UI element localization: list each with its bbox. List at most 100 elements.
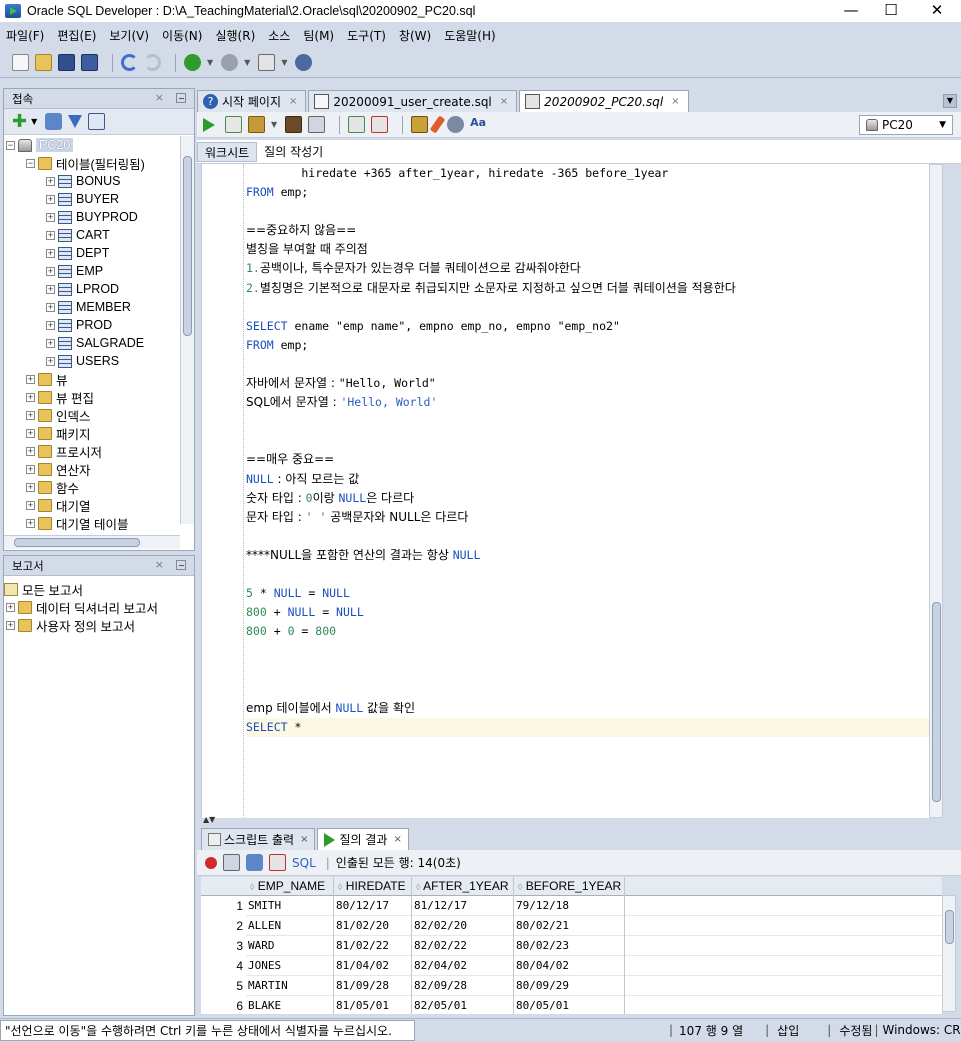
editor-vertical-scrollbar[interactable] — [929, 164, 943, 818]
table-cell[interactable]: MARTIN — [246, 976, 334, 996]
code-line[interactable]: SELECT ename "emp name", empno emp_no, e… — [246, 317, 942, 336]
code-line[interactable]: hiredate +365 after_1year, hiredate -365… — [246, 164, 942, 183]
tree-node-folder[interactable]: + 대기열 — [4, 496, 180, 514]
code-line[interactable]: 숫자 타입 : 0이랑 NULL은 다르다 — [246, 489, 942, 508]
sql-editor[interactable]: hiredate +365 after_1year, hiredate -365… — [201, 164, 942, 818]
commit-transaction-icon[interactable] — [348, 116, 366, 133]
expand-icon[interactable]: + — [46, 284, 55, 294]
tree-node-tables[interactable]: − 테이블(필터링됨) — [4, 154, 180, 172]
code-line[interactable]: ==매우 중요== — [246, 450, 942, 469]
sql-worksheet-icon[interactable] — [258, 54, 276, 71]
filter-icon[interactable] — [68, 115, 83, 128]
code-line[interactable] — [246, 641, 942, 660]
table-cell[interactable]: 81/09/28 — [334, 976, 412, 996]
table-cell[interactable]: 81/04/02 — [334, 956, 412, 976]
table-cell[interactable]: 81/02/22 — [334, 936, 412, 956]
menu-window[interactable]: 창(W) — [399, 27, 431, 44]
code-line[interactable] — [246, 660, 942, 679]
save-icon[interactable] — [58, 54, 75, 71]
explain-plan-icon[interactable] — [285, 116, 303, 133]
expand-icon[interactable]: + — [26, 410, 35, 420]
commit-dropdown-icon[interactable]: ▼ — [271, 120, 277, 129]
tree-node-table[interactable]: + DEPT — [4, 244, 180, 262]
run-statement-icon[interactable] — [203, 117, 215, 132]
forward-icon[interactable] — [221, 54, 239, 71]
tab-query-result[interactable]: 질의 결과 × — [317, 828, 409, 850]
tab-close-icon[interactable]: × — [393, 834, 401, 845]
code-area[interactable]: hiredate +365 after_1year, hiredate -365… — [246, 164, 942, 756]
code-line[interactable]: ==중요하지 않음== — [246, 221, 942, 240]
tree-node-table[interactable]: + CART — [4, 226, 180, 244]
table-cell[interactable]: JONES — [246, 956, 334, 976]
back-icon[interactable] — [184, 54, 201, 71]
sql-tuning-icon[interactable] — [411, 116, 429, 133]
menu-team[interactable]: 팀(M) — [303, 27, 334, 44]
binoculars-icon[interactable] — [295, 54, 313, 71]
tab-start-page[interactable]: ? 시작 페이지 × — [197, 90, 307, 112]
tree-node-user-defined-reports[interactable]: + 사용자 정의 보고서 — [4, 616, 194, 634]
code-line[interactable] — [246, 680, 942, 699]
tree-node-table[interactable]: + MEMBER — [4, 298, 180, 316]
code-line[interactable] — [246, 527, 942, 546]
menu-view[interactable]: 보기(V) — [109, 27, 149, 44]
column-header-hiredate[interactable]: ◊ HIREDATE — [334, 877, 412, 896]
table-cell[interactable]: 80/02/23 — [514, 936, 625, 956]
add-connection-icon[interactable]: ✚ — [12, 111, 27, 132]
code-line[interactable]: 별칭을 부여할 때 주의점 — [246, 240, 942, 259]
menu-navigate[interactable]: 이동(N) — [162, 27, 202, 44]
code-line[interactable]: emp 테이블에서 NULL 값을 확인 — [246, 699, 942, 718]
minimize-panel-icon[interactable] — [176, 93, 186, 103]
table-cell[interactable]: 82/02/20 — [412, 916, 514, 936]
format-case-icon[interactable]: Aa — [470, 116, 487, 133]
run-script-icon[interactable] — [225, 116, 242, 133]
tree-node-folder[interactable]: + 연산자 — [4, 460, 180, 478]
autotrace-icon[interactable] — [308, 116, 326, 133]
commit-icon[interactable] — [248, 116, 265, 133]
expand-icon[interactable]: + — [46, 230, 55, 240]
column-header-before-1year[interactable]: ◊ BEFORE_1YEAR — [514, 877, 625, 896]
tree-node-all-reports[interactable]: 모든 보고서 — [4, 580, 194, 598]
schema-browser-icon[interactable] — [88, 113, 106, 130]
expand-icon[interactable]: + — [26, 446, 35, 456]
expand-icon[interactable]: + — [26, 428, 35, 438]
tree-node-table[interactable]: + USERS — [4, 352, 180, 370]
code-line[interactable]: 5 * NULL = NULL — [246, 584, 942, 603]
table-cell[interactable]: 82/04/02 — [412, 956, 514, 976]
expand-icon[interactable]: + — [46, 212, 55, 222]
eraser-icon[interactable] — [429, 115, 446, 134]
sql-link[interactable]: SQL — [292, 856, 316, 870]
table-cell[interactable]: 82/05/01 — [412, 996, 514, 1014]
expand-icon[interactable]: + — [26, 464, 35, 474]
tree-node-folder[interactable]: + 뷰 편집 — [4, 388, 180, 406]
tree-node-data-dictionary-reports[interactable]: + 데이터 딕셔너리 보고서 — [4, 598, 194, 616]
refresh-icon[interactable] — [246, 854, 263, 871]
table-cell[interactable]: 80/09/29 — [514, 976, 625, 996]
expand-icon[interactable]: + — [46, 176, 55, 186]
maximize-button[interactable]: ☐ — [868, 0, 914, 22]
code-line[interactable]: 800 + NULL = NULL — [246, 603, 942, 622]
tree-node-table[interactable]: + SALGRADE — [4, 334, 180, 352]
code-line[interactable]: ****NULL을 포함한 연산의 결과는 항상 NULL — [246, 546, 942, 565]
cancel-query-icon[interactable] — [269, 854, 286, 871]
menu-tools[interactable]: 도구(T) — [347, 27, 386, 44]
minimize-panel-icon[interactable] — [176, 560, 186, 570]
table-cell[interactable]: 79/12/18 — [514, 896, 625, 916]
table-cell[interactable]: 81/12/17 — [412, 896, 514, 916]
expand-icon[interactable]: + — [26, 482, 35, 492]
code-line[interactable]: FROM emp; — [246, 183, 942, 202]
save-all-icon[interactable] — [81, 54, 98, 71]
menu-run[interactable]: 실행(R) — [215, 27, 255, 44]
expand-icon[interactable]: + — [6, 620, 15, 630]
tree-node-table[interactable]: + LPROD — [4, 280, 180, 298]
grid-vertical-scrollbar[interactable] — [942, 895, 956, 1012]
close-button[interactable]: ✕ — [914, 0, 960, 22]
expand-icon[interactable]: + — [46, 356, 55, 366]
tab-close-icon[interactable]: × — [289, 96, 297, 107]
code-line[interactable]: FROM emp; — [246, 336, 942, 355]
table-row[interactable]: 3 WARD 81/02/22 82/02/22 80/02/23 — [201, 936, 942, 956]
table-cell[interactable]: 80/04/02 — [514, 956, 625, 976]
sql-worksheet-dropdown-icon[interactable]: ▼ — [281, 58, 287, 67]
connection-selector[interactable]: PC20 ▼ — [859, 115, 953, 135]
refresh-icon[interactable] — [45, 113, 63, 130]
table-cell[interactable]: BLAKE — [246, 996, 334, 1014]
